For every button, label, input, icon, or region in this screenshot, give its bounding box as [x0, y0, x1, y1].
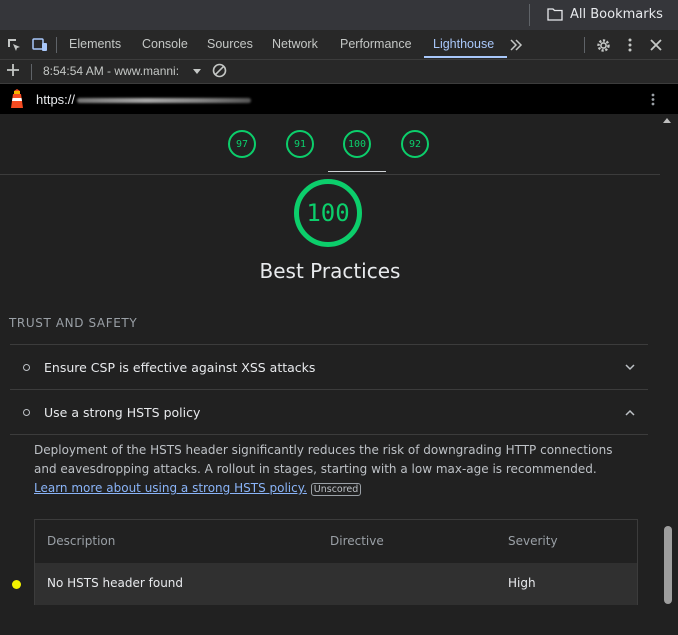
score-gauge-performance[interactable]: 97 — [228, 130, 256, 158]
chevron-down-icon[interactable] — [624, 361, 636, 373]
lighthouse-logo-icon — [9, 89, 25, 114]
report-url-bar: https:// — [0, 84, 678, 114]
table-row: No HSTS header found High — [35, 563, 637, 605]
audit-title: Ensure CSP is effective against XSS atta… — [44, 359, 316, 375]
audit-status-icon — [23, 363, 30, 371]
report-selector[interactable]: 8:54:54 AM - www.manni: — [43, 64, 179, 78]
tab-console[interactable]: Console — [142, 30, 188, 59]
tab-lighthouse[interactable]: Lighthouse — [433, 30, 494, 59]
device-toolbar-icon[interactable] — [32, 37, 48, 53]
score-gauge-best-practices[interactable]: 100 — [343, 130, 371, 158]
dropdown-caret-icon[interactable] — [193, 69, 201, 74]
kebab-menu-icon[interactable] — [622, 37, 638, 53]
audit-group-title: TRUST AND SAFETY — [9, 316, 138, 330]
all-bookmarks-label: All Bookmarks — [570, 6, 663, 22]
row-description: No HSTS header found — [47, 576, 184, 590]
folder-icon — [547, 8, 563, 21]
details-table: Description Directive Severity No HSTS h… — [34, 519, 638, 605]
audit-hsts-policy[interactable]: Use a strong HSTS policy — [10, 390, 648, 434]
clear-reports-icon[interactable] — [212, 63, 227, 81]
scrollbar-thumb[interactable] — [664, 526, 672, 604]
audit-status-icon — [23, 408, 30, 416]
category-score-gauge: 100 — [294, 179, 362, 247]
tab-network[interactable]: Network — [272, 30, 318, 59]
url-text: https:// — [36, 92, 76, 107]
score-gauge-seo[interactable]: 92 — [401, 130, 429, 158]
devtools-tab-bar: Elements Console Sources Network Perform… — [0, 30, 678, 60]
all-bookmarks-button[interactable]: All Bookmarks — [547, 3, 663, 25]
close-icon[interactable] — [648, 37, 664, 53]
active-gauge-indicator — [328, 171, 386, 172]
learn-more-link[interactable]: Learn more about using a strong HSTS pol… — [34, 481, 307, 495]
audit-description: Deployment of the HSTS header significan… — [34, 441, 624, 499]
bookmarks-separator — [529, 4, 530, 26]
column-header-severity: Severity — [508, 534, 558, 548]
toolbar-separator — [31, 64, 32, 80]
tab-sources[interactable]: Sources — [207, 30, 253, 59]
settings-gear-icon[interactable] — [595, 37, 611, 53]
scroll-up-arrow-icon[interactable] — [663, 118, 671, 123]
url-menu-kebab-icon[interactable] — [651, 93, 655, 111]
category-title: Best Practices — [259, 259, 401, 283]
more-tabs-icon[interactable] — [508, 37, 524, 53]
sticky-header-divider — [0, 174, 660, 175]
inspect-element-icon[interactable] — [6, 37, 22, 53]
redacted-url — [77, 98, 251, 103]
report-selector-label: 8:54:54 AM - www.manni: — [43, 64, 180, 78]
audit-title: Use a strong HSTS policy — [44, 404, 201, 420]
description-text: Deployment of the HSTS header significan… — [34, 443, 613, 476]
score-gauge-accessibility[interactable]: 91 — [286, 130, 314, 158]
column-header-description: Description — [47, 534, 116, 548]
new-report-plus-icon[interactable] — [6, 63, 20, 80]
unscored-badge: Unscored — [310, 483, 362, 496]
tab-elements[interactable]: Elements — [69, 30, 121, 59]
audit-csp-xss[interactable]: Ensure CSP is effective against XSS atta… — [10, 345, 648, 389]
lighthouse-toolbar: 8:54:54 AM - www.manni: — [0, 60, 678, 84]
active-tab-indicator — [424, 56, 507, 58]
row-severity: High — [508, 576, 536, 590]
column-header-directive: Directive — [330, 534, 384, 548]
cursor-highlight-dot — [12, 580, 21, 589]
chevron-up-icon[interactable] — [624, 406, 636, 418]
vertical-scrollbar[interactable] — [660, 114, 678, 635]
tab-separator — [584, 37, 585, 53]
report-content: 97 91 100 92 100 Best Practices TRUST AN… — [0, 114, 660, 635]
bookmarks-bar: All Bookmarks — [0, 0, 678, 30]
tab-separator — [56, 37, 57, 53]
divider — [10, 434, 648, 435]
tab-performance[interactable]: Performance — [340, 30, 412, 59]
